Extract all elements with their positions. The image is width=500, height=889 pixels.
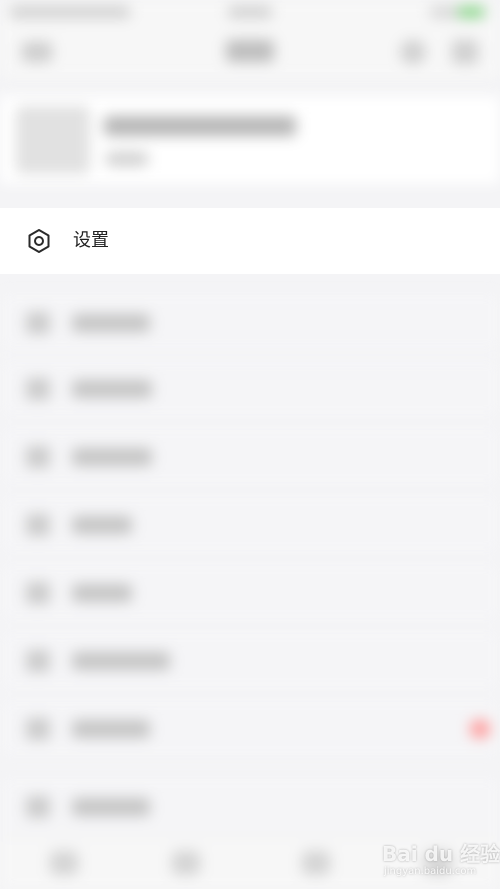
list-item-icon	[26, 514, 50, 536]
list-item-label	[72, 798, 150, 816]
watermark-logo: Bai du 经验	[382, 842, 500, 866]
list-item[interactable]	[0, 562, 500, 622]
back-button[interactable]	[22, 42, 52, 62]
list-item[interactable]	[0, 494, 500, 554]
list-item[interactable]	[0, 358, 500, 418]
list-item-label	[72, 448, 152, 466]
avatar	[16, 106, 90, 174]
list-item-label	[72, 584, 132, 602]
blurred-background	[0, 0, 500, 889]
gear-icon	[26, 228, 52, 254]
profile-name	[104, 116, 296, 136]
settings-row[interactable]: 设置	[0, 208, 500, 274]
list-item-label	[72, 652, 170, 670]
list-item-icon	[26, 312, 50, 334]
status-bar	[0, 0, 500, 24]
list-item-label	[72, 314, 150, 332]
watermark: Bai du 经验 jingyan.baidu.com	[380, 832, 500, 886]
list-item-icon	[26, 446, 50, 468]
tab-cart-icon[interactable]	[302, 851, 330, 875]
message-icon[interactable]	[452, 40, 478, 64]
list-item[interactable]	[0, 630, 500, 690]
tab-discover-icon[interactable]	[172, 851, 200, 875]
notification-badge	[470, 720, 490, 738]
tab-home-icon[interactable]	[50, 851, 78, 875]
list-item-label	[72, 380, 152, 398]
scan-icon[interactable]	[400, 40, 426, 64]
list-item[interactable]	[0, 698, 500, 758]
profile-card[interactable]	[0, 96, 500, 184]
nav-bar	[0, 24, 500, 81]
screen: 设置 Bai du 经验 jingyan.baidu.com	[0, 0, 500, 889]
list-item-icon	[26, 650, 50, 672]
settings-label: 设置	[73, 230, 109, 251]
profile-subtitle	[106, 152, 148, 166]
list-item-label	[72, 720, 150, 738]
list-item-icon	[26, 378, 50, 400]
clock	[228, 6, 272, 18]
list-item-icon	[26, 796, 50, 818]
list-item-icon	[26, 718, 50, 740]
list-item[interactable]	[0, 776, 500, 836]
list-item-label	[72, 516, 132, 534]
battery-icon	[458, 7, 484, 17]
list-item-icon	[26, 582, 50, 604]
list-item[interactable]	[0, 292, 500, 352]
carrier-indicator	[10, 6, 130, 18]
list-item[interactable]	[0, 426, 500, 486]
watermark-url: jingyan.baidu.com	[384, 866, 477, 877]
page-title	[226, 40, 274, 62]
